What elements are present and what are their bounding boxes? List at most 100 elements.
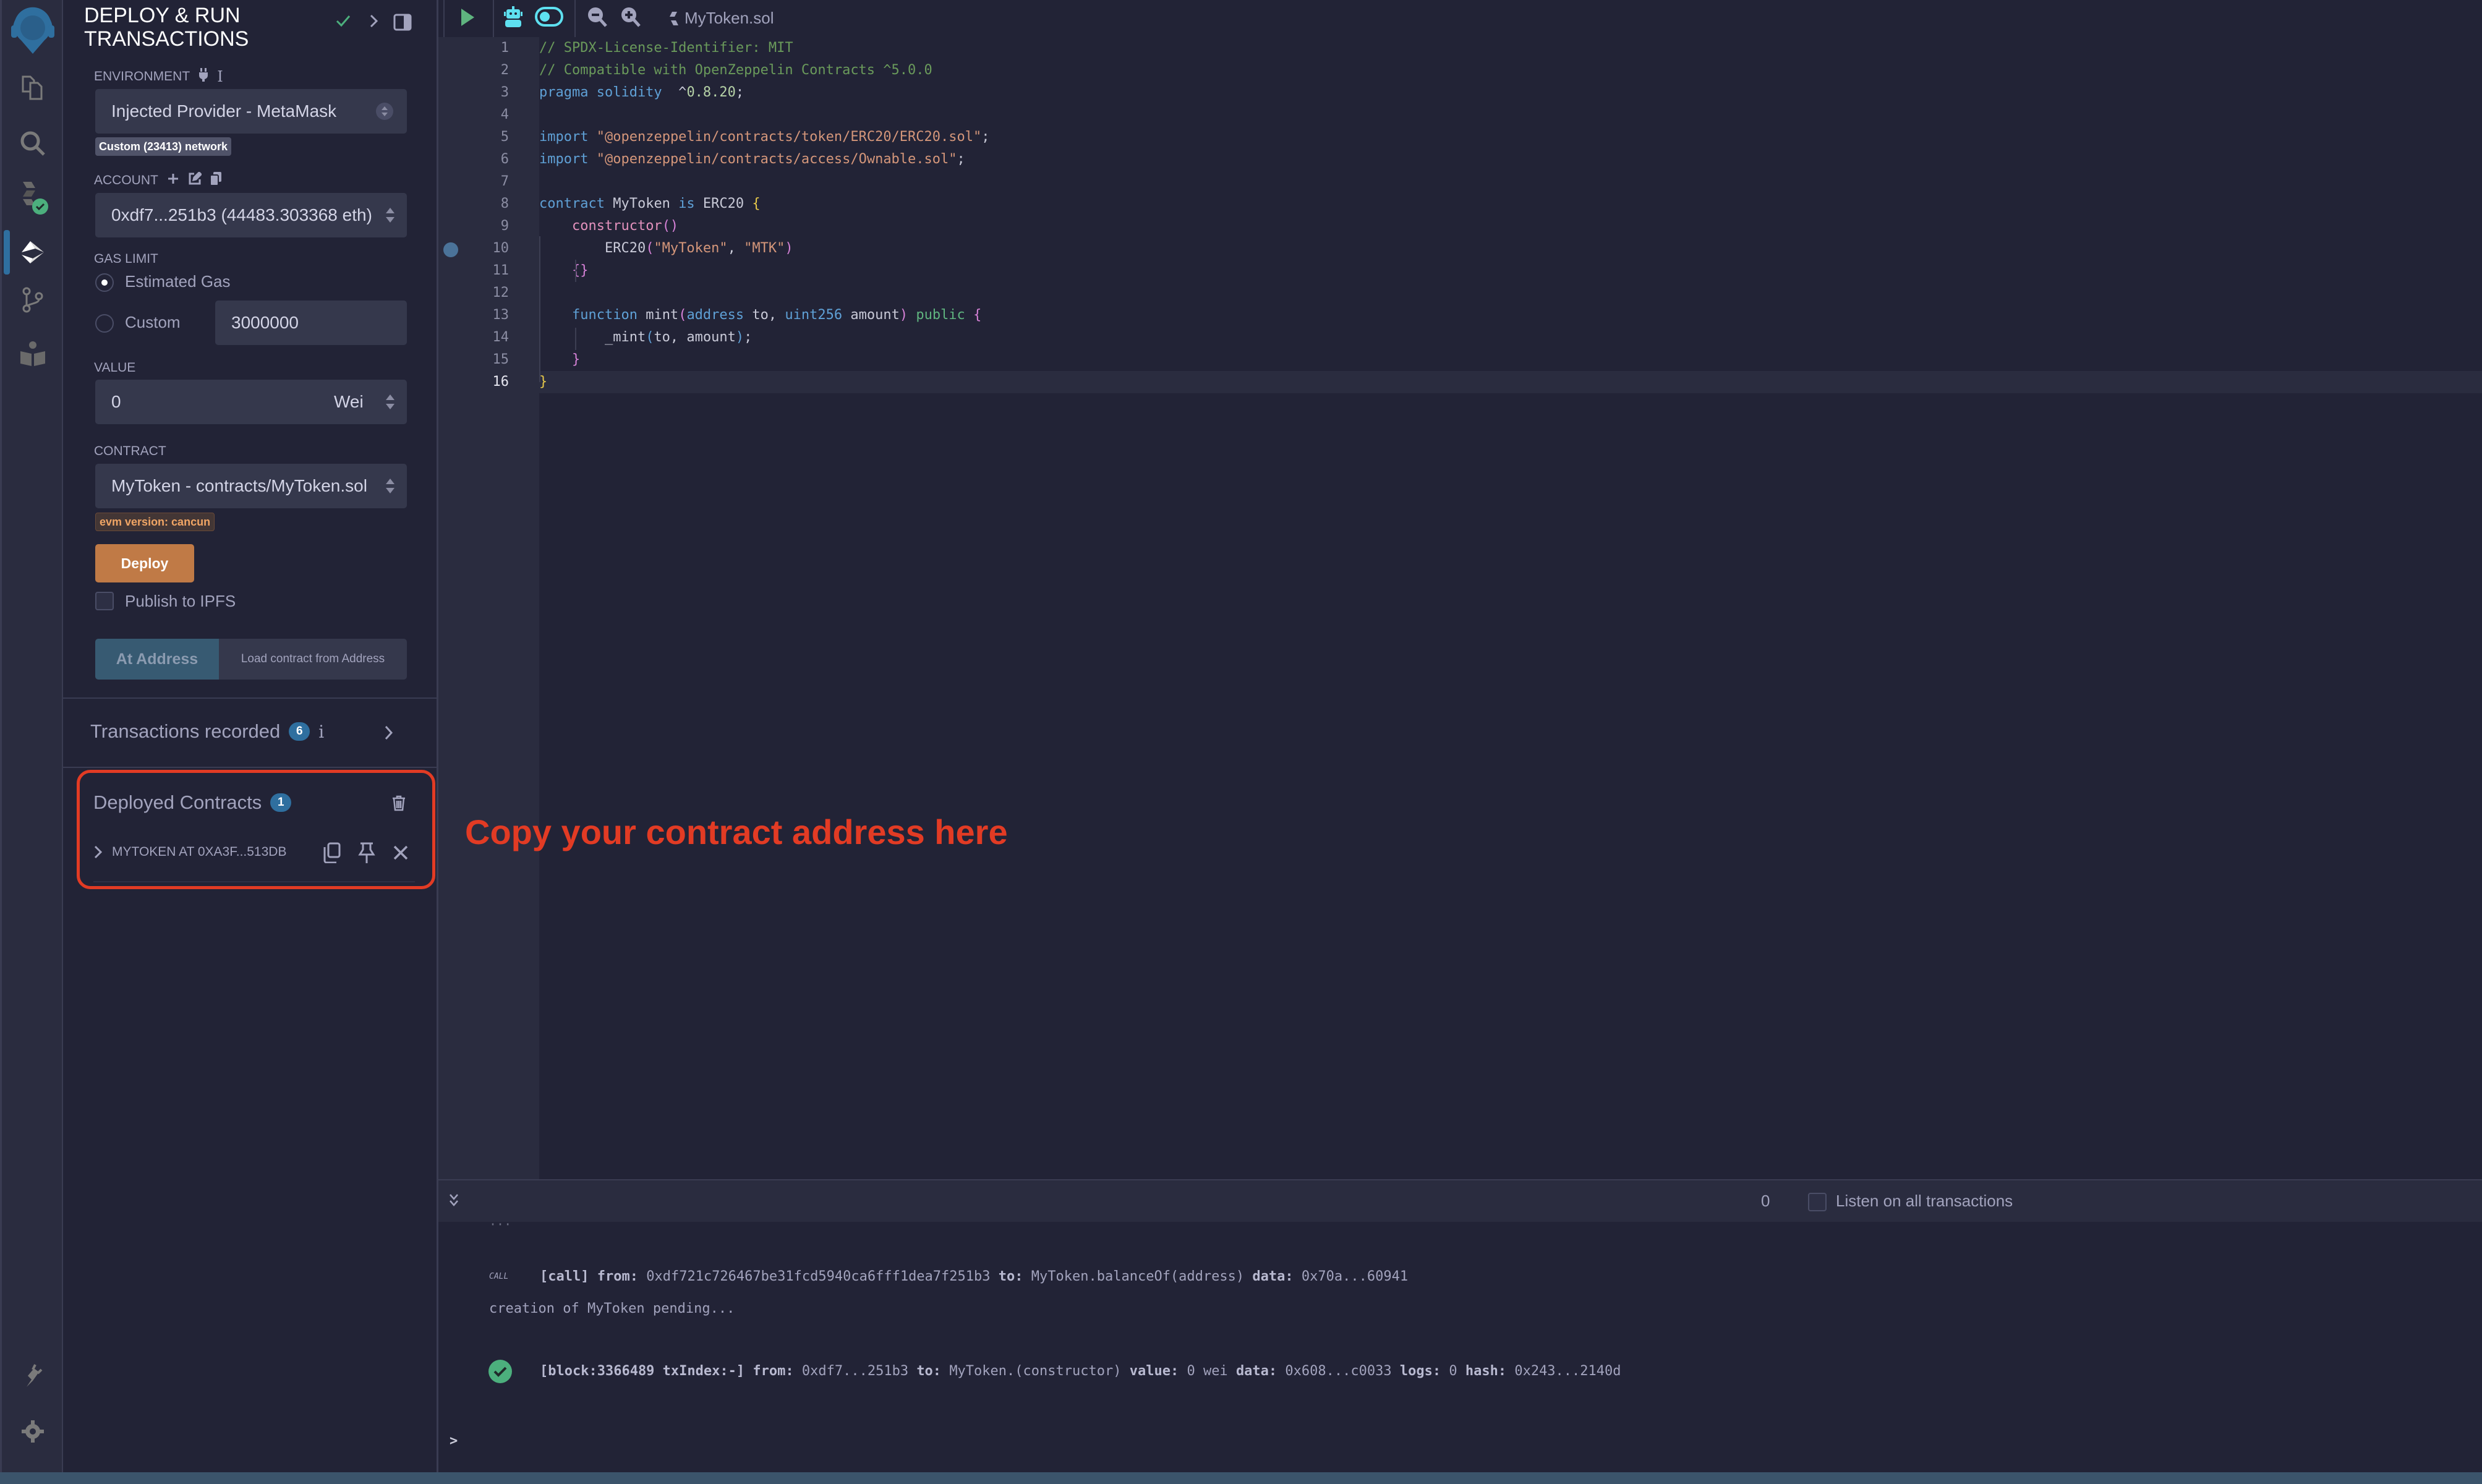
code-line[interactable]: 12: [438, 282, 2482, 304]
estimated-gas-radio[interactable]: [95, 273, 114, 292]
code-text: constructor(): [571, 218, 679, 234]
plug-icon[interactable]: [198, 68, 208, 85]
close-icon[interactable]: [393, 845, 409, 864]
environment-label: ENVIRONMENT i: [94, 68, 223, 85]
select-arrows-icon: [386, 208, 394, 223]
deployed-contract-label: MYTOKEN AT 0XA3F...513DB: [112, 845, 287, 859]
code-line[interactable]: 8 contract MyToken is ERC20 {: [438, 193, 2482, 215]
settings-icon[interactable]: [2, 1410, 64, 1453]
plugin-manager-icon[interactable]: [2, 1354, 64, 1397]
collapse-terminal-icon[interactable]: [448, 1193, 459, 1212]
data-label: data:: [1235, 1363, 1277, 1379]
account-select[interactable]: 0xdf7...251b3 (44483.303368 eth): [95, 193, 407, 237]
copy-address-icon[interactable]: [322, 842, 341, 867]
transactions-recorded[interactable]: Transactions recorded 6 i: [90, 720, 324, 743]
learneth-icon[interactable]: [2, 332, 64, 375]
ai-copilot-icon[interactable]: [504, 6, 522, 30]
listen-all-checkbox[interactable]: [1808, 1193, 1827, 1211]
code-line[interactable]: 10 ERC20("MyToken", "MTK"): [438, 237, 2482, 260]
indent-guide: [575, 328, 576, 350]
file-name: MyToken.sol: [684, 9, 774, 27]
call-log-line[interactable]: [call] from: 0xdf721c726467be31fcd5940ca…: [540, 1269, 1408, 1284]
divider: [63, 697, 438, 699]
zoom-in-icon[interactable]: [620, 6, 641, 32]
remix-logo-icon[interactable]: [2, 5, 64, 54]
terminal-prompt[interactable]: >: [450, 1433, 458, 1449]
gas-limit-input[interactable]: 3000000: [215, 301, 407, 345]
git-icon[interactable]: [2, 278, 64, 322]
line-number: 1: [500, 40, 509, 56]
value-unit-select[interactable]: Wei: [322, 380, 407, 424]
chevron-right-icon[interactable]: [383, 725, 394, 744]
line-number: 6: [500, 151, 509, 167]
code-line[interactable]: 7: [438, 171, 2482, 193]
code-editor: MyToken.sol 1 // SPDX-License-Identifier:…: [438, 0, 2482, 1179]
load-address-input[interactable]: Load contract from Address: [219, 639, 407, 680]
editor-toolbar: MyToken.sol: [438, 0, 2482, 37]
file-explorer-icon[interactable]: [2, 66, 64, 109]
line-number: 3: [500, 85, 509, 100]
code-line[interactable]: 13 function mint(address to, uint256 amo…: [438, 304, 2482, 326]
at-address-button[interactable]: At Address: [95, 639, 219, 680]
deploy-run-icon[interactable]: [2, 231, 64, 274]
line-number: 15: [492, 352, 510, 367]
code-text: _mint(to, amount);: [539, 330, 753, 345]
code-text: import "@openzeppelin/contracts/access/O…: [539, 151, 965, 167]
deployed-contracts-section: Deployed Contracts 1 MYTOKEN AT 0XA3F...…: [77, 770, 435, 889]
panel-toggle-icon[interactable]: [393, 14, 412, 34]
code-line[interactable]: 14 _mint(to, amount);: [438, 326, 2482, 349]
code-line[interactable]: 11 {}: [438, 260, 2482, 282]
custom-gas-radio[interactable]: [95, 314, 114, 333]
search-icon[interactable]: [2, 122, 64, 165]
publish-ipfs-checkbox[interactable]: [95, 592, 114, 610]
publish-ipfs-label: Publish to IPFS: [125, 592, 236, 610]
hash-label: hash:: [1465, 1363, 1507, 1379]
code-text: pragma solidity ^0.8.20;: [539, 85, 744, 100]
run-icon[interactable]: [459, 7, 476, 30]
pin-icon[interactable]: [358, 842, 375, 867]
contract-value: MyToken - contracts/MyToken.sol: [111, 476, 367, 495]
edit-icon[interactable]: [188, 171, 202, 189]
gas-limit-label: GAS LIMIT: [94, 252, 158, 266]
hash-value: 0x243...2140d: [1514, 1363, 1621, 1379]
value-input[interactable]: 0: [95, 380, 322, 424]
logs-value: 0: [1449, 1363, 1457, 1379]
contract-select[interactable]: MyToken - contracts/MyToken.sol: [95, 464, 407, 508]
select-arrows-icon: [386, 394, 394, 409]
ai-toggle-switch[interactable]: [535, 6, 563, 30]
code-line[interactable]: 16}: [438, 371, 2482, 393]
chevron-right-icon[interactable]: [369, 14, 380, 32]
environment-label-text: ENVIRONMENT: [94, 69, 190, 83]
value-amount: 0: [111, 392, 121, 411]
account-label-text: ACCOUNT: [94, 173, 158, 187]
zoom-out-icon[interactable]: [587, 6, 608, 32]
tx-log-line[interactable]: [block:3366489 txIndex:-] from: 0xdf7...…: [540, 1363, 1621, 1379]
code-line[interactable]: 9 constructor(): [438, 215, 2482, 237]
solidity-compiler-icon[interactable]: [2, 176, 64, 220]
copy-icon[interactable]: [209, 172, 221, 189]
code-line[interactable]: 3 pragma solidity ^0.8.20;: [438, 82, 2482, 104]
info-icon[interactable]: i: [217, 68, 223, 85]
info-icon[interactable]: i: [318, 722, 324, 742]
trash-icon[interactable]: [392, 795, 406, 814]
code-line[interactable]: 2 // Compatible with OpenZeppelin Contrac…: [438, 59, 2482, 82]
line-number: 11: [492, 263, 510, 278]
value-label: value:: [1129, 1363, 1179, 1379]
code-line[interactable]: 4: [438, 104, 2482, 126]
environment-select[interactable]: Injected Provider - MetaMask: [95, 89, 407, 134]
plus-icon[interactable]: [167, 173, 179, 189]
code-line[interactable]: 15 }: [438, 349, 2482, 371]
code-line[interactable]: 1 // SPDX-License-Identifier: MIT: [438, 37, 2482, 59]
code-line[interactable]: 6 import "@openzeppelin/contracts/access/…: [438, 148, 2482, 171]
line-number: 13: [492, 307, 510, 323]
listen-all-label: Listen on all transactions: [1836, 1192, 2013, 1210]
to-label: to:: [998, 1269, 1023, 1284]
code-line[interactable]: 5 import "@openzeppelin/contracts/token/E…: [438, 126, 2482, 148]
chevron-right-icon[interactable]: [93, 844, 103, 860]
code-text: }: [571, 352, 581, 367]
file-tab[interactable]: MyToken.sol: [670, 9, 774, 28]
pending-log-line: creation of MyToken pending...: [489, 1301, 735, 1316]
deployed-contract-item[interactable]: MYTOKEN AT 0XA3F...513DB: [93, 840, 415, 864]
data-value: 0x70a...60941: [1301, 1269, 1409, 1284]
deploy-button[interactable]: Deploy: [95, 544, 194, 582]
